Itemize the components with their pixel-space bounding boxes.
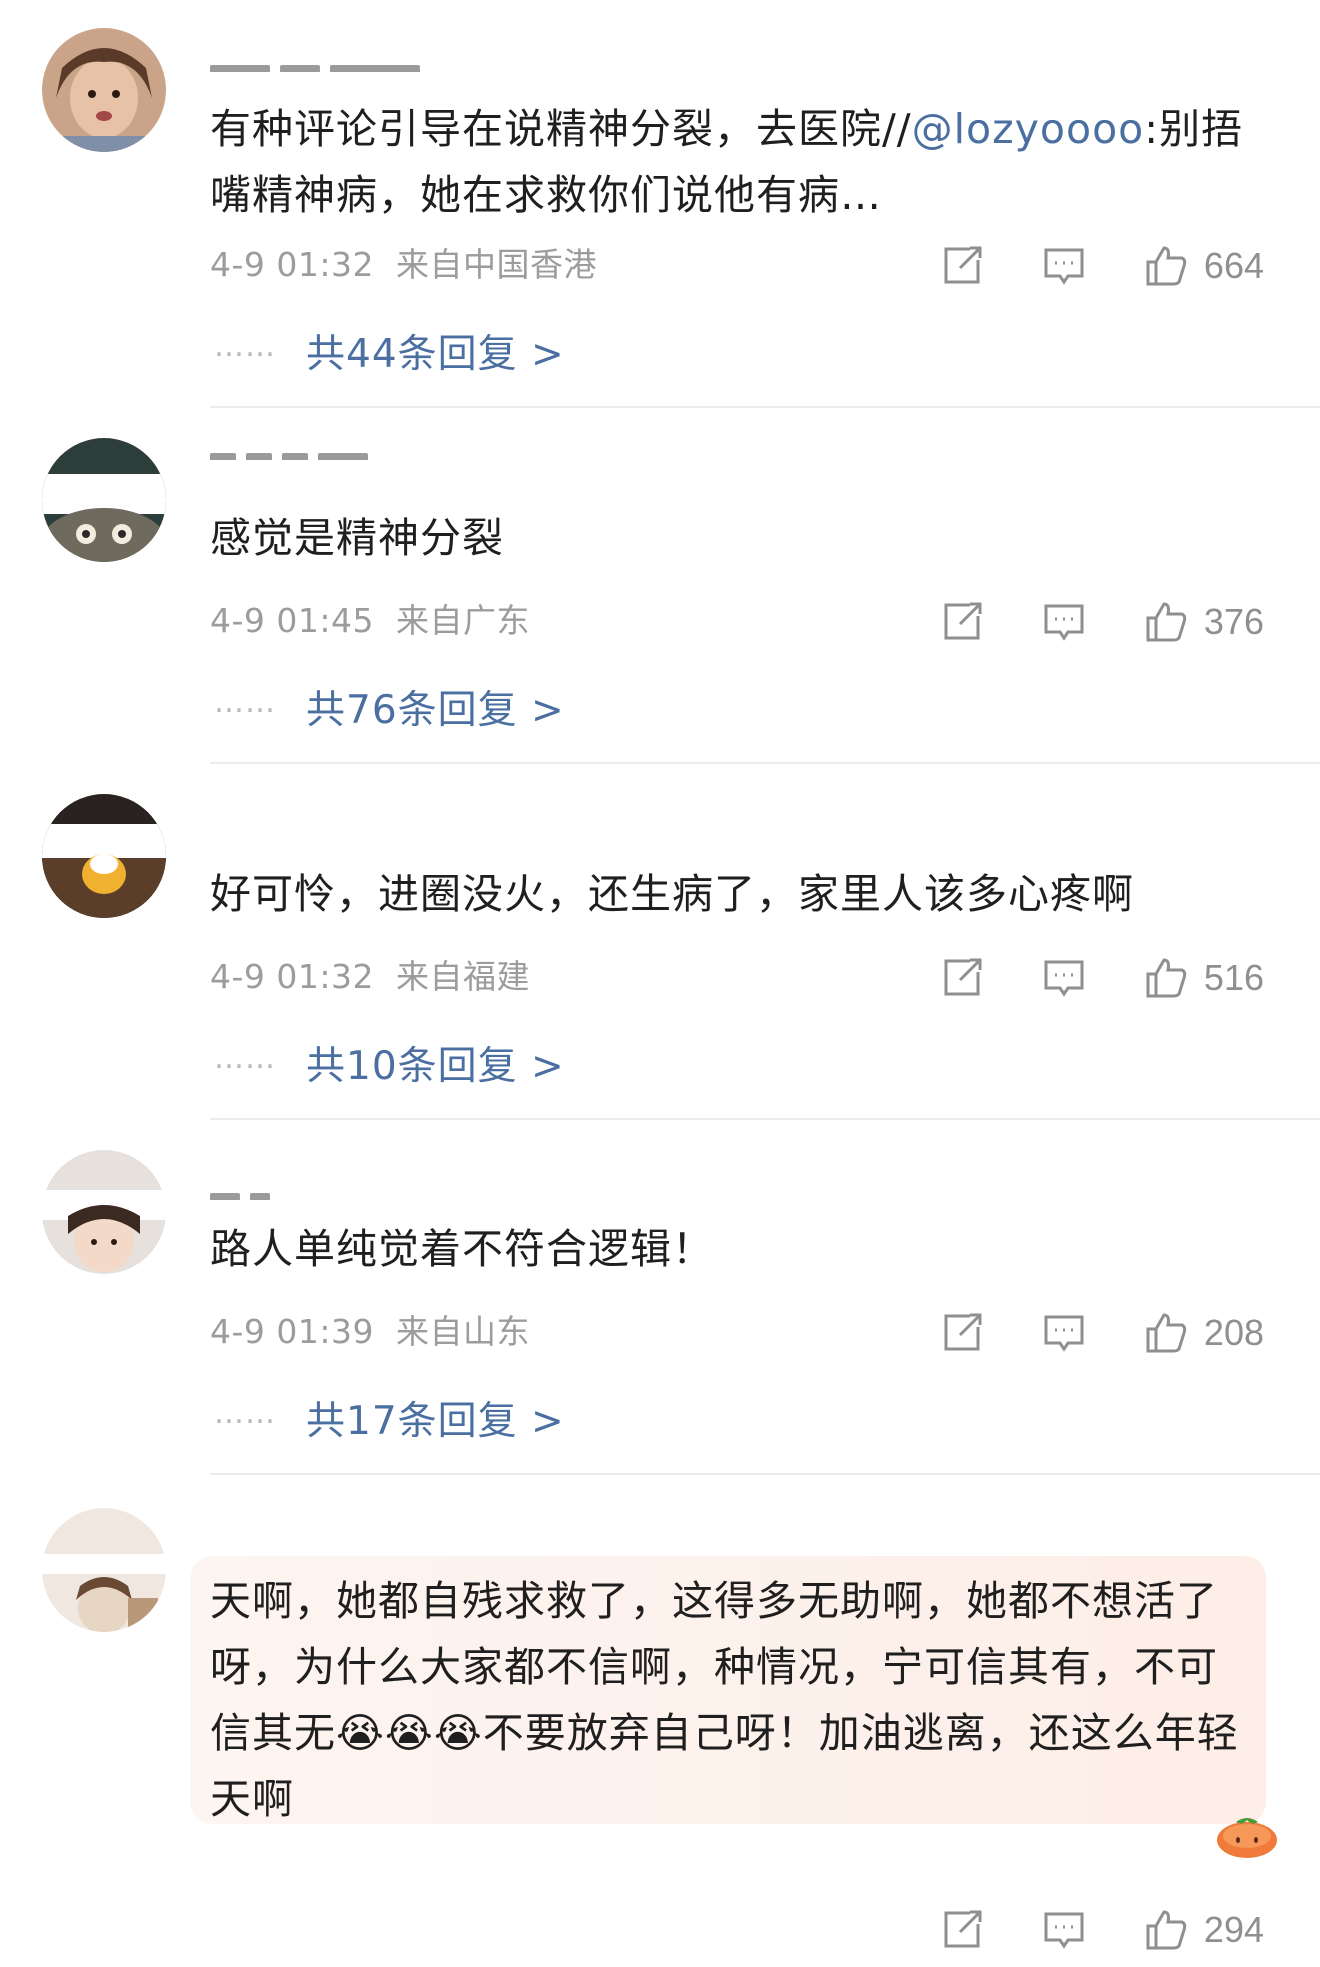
comment-text: 好可怜，进圈没火，还生病了，家里人该多心疼啊	[210, 870, 1134, 918]
reply-count-label: 共10条回复 >	[306, 1044, 565, 1089]
like-count: 516	[1203, 957, 1264, 998]
like-count: 208	[1203, 1312, 1264, 1353]
avatar[interactable]	[42, 438, 166, 562]
comment-text: 路人单纯觉着不符合逻辑！	[210, 1225, 714, 1273]
like-button[interactable]: 376	[1144, 600, 1264, 644]
replies-dots: ……	[214, 1041, 276, 1076]
thumbs-up-icon	[1146, 958, 1187, 998]
comment-time: 4-9 01:32	[210, 957, 374, 996]
like-button[interactable]: 516	[1144, 956, 1264, 1000]
username-truncated[interactable]	[210, 58, 510, 72]
comment-text-part: 有种评论引导在说精神分裂，去医院//	[210, 105, 912, 153]
thumbs-up-icon	[1146, 602, 1187, 642]
comment-meta: 4-9 01:45 来自广东	[210, 596, 530, 646]
avatar[interactable]	[42, 1150, 166, 1274]
divider	[210, 762, 1320, 764]
replies-dots: ……	[214, 329, 276, 364]
like-button[interactable]: 294	[1144, 1908, 1264, 1952]
persimmon-icon	[1217, 1818, 1277, 1858]
share-icon[interactable]	[940, 956, 984, 1000]
comment-meta: 4-9 01:32 来自中国香港	[210, 240, 597, 290]
like-button[interactable]: 664	[1144, 244, 1264, 288]
comment-text: 天啊，她都自残求救了，这得多无助啊，她都不想活了呀，为什么大家都不信啊，种情况，…	[210, 1568, 1250, 1832]
thumbs-up-icon	[1146, 1910, 1187, 1950]
reply-count-label: 共17条回复 >	[306, 1399, 565, 1444]
comment-meta: 4-9 01:32 来自福建	[210, 952, 530, 1002]
comment-time: 4-9 01:39	[210, 1312, 374, 1351]
user-mention-link[interactable]: @lozyoooo	[912, 105, 1145, 153]
comment-text: 有种评论引导在说精神分裂，去医院//@lozyoooo:别捂嘴精神病，她在求救你…	[210, 96, 1250, 228]
divider	[210, 1473, 1320, 1475]
comment-time: 4-9 01:32	[210, 245, 374, 284]
avatar[interactable]	[42, 1508, 166, 1632]
crying-emoji-icon: 😭😭😭	[336, 1709, 483, 1757]
comment-icon[interactable]	[1042, 600, 1086, 644]
like-button[interactable]: 208	[1144, 1311, 1264, 1355]
comment-location: 来自福建	[395, 957, 530, 996]
reply-count-label: 共44条回复 >	[306, 332, 565, 377]
replies-dots: ……	[214, 685, 276, 720]
divider	[210, 1118, 1320, 1120]
comment-icon[interactable]	[1042, 956, 1086, 1000]
comment-location: 来自山东	[395, 1312, 530, 1351]
comment-meta: 4-9 01:39 来自山东	[210, 1307, 530, 1357]
comment-actions: 664	[940, 236, 1264, 296]
username-truncated[interactable]	[210, 1186, 510, 1200]
comment-actions: 516	[940, 948, 1264, 1008]
like-count: 664	[1203, 245, 1264, 286]
avatar[interactable]	[42, 794, 166, 918]
view-replies-link[interactable]: …… 共44条回复 >	[214, 326, 565, 378]
avatar[interactable]	[42, 28, 166, 152]
thumbs-up-icon	[1146, 246, 1187, 286]
share-icon[interactable]	[940, 600, 984, 644]
comment-time: 4-9 01:45	[210, 601, 374, 640]
comment-text: 感觉是精神分裂	[210, 514, 504, 562]
thumbs-up-icon	[1146, 1313, 1187, 1353]
comment-icon[interactable]	[1042, 1908, 1086, 1952]
comment-feed: 有种评论引导在说精神分裂，去医院//@lozyoooo:别捂嘴精神病，她在求救你…	[0, 0, 1320, 1967]
username-truncated[interactable]	[210, 446, 510, 460]
comment-location: 来自中国香港	[395, 245, 597, 284]
comment-location: 来自广东	[395, 601, 530, 640]
comment-icon[interactable]	[1042, 244, 1086, 288]
like-count: 376	[1203, 601, 1264, 642]
divider	[210, 406, 1320, 408]
comment-icon[interactable]	[1042, 1311, 1086, 1355]
comment-actions: 208	[940, 1303, 1264, 1363]
view-replies-link[interactable]: …… 共10条回复 >	[214, 1038, 565, 1090]
comment-actions: 294	[940, 1900, 1264, 1960]
reply-count-label: 共76条回复 >	[306, 688, 565, 733]
view-replies-link[interactable]: …… 共17条回复 >	[214, 1393, 565, 1445]
like-count: 294	[1203, 1909, 1264, 1950]
share-icon[interactable]	[940, 1311, 984, 1355]
share-icon[interactable]	[940, 244, 984, 288]
comment-actions: 376	[940, 592, 1264, 652]
view-replies-link[interactable]: …… 共76条回复 >	[214, 682, 565, 734]
share-icon[interactable]	[940, 1908, 984, 1952]
replies-dots: ……	[214, 1396, 276, 1431]
